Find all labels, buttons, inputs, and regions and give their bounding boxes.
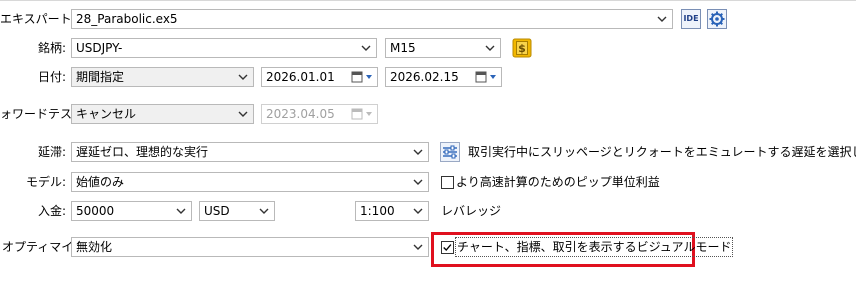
delay-select[interactable]: 遅延ゼロ、理想的な実行 [71, 142, 429, 162]
symbol-info-button[interactable]: $ [512, 38, 532, 58]
date-to-value: 2026.02.15 [390, 70, 459, 84]
date-mode-value: 期間指定 [76, 70, 125, 84]
model-pips-checkbox[interactable] [441, 176, 454, 189]
leverage-select[interactable]: 1:100 [355, 201, 429, 221]
deposit-select[interactable]: 50000 [71, 201, 192, 221]
currency-select[interactable]: USD [199, 201, 275, 221]
model-checkbox-label: より高速計算のためのピップ単位利益 [456, 175, 660, 189]
leverage-label: レバレッジ [441, 204, 502, 218]
model-select[interactable]: 始値のみ [71, 172, 429, 192]
deposit-label: 入金: [37, 204, 66, 218]
gear-icon [707, 9, 727, 29]
forward-date-value: 2023.04.05 [266, 107, 335, 121]
calendar-icon[interactable] [475, 70, 499, 84]
expert-select[interactable]: 28_Parabolic.ex5 [71, 9, 673, 29]
top-divider [0, 0, 856, 1]
visual-mode-checkbox[interactable] [441, 241, 454, 254]
chevron-down-icon [657, 16, 667, 22]
expert-value: 28_Parabolic.ex5 [76, 12, 178, 26]
delay-settings-button[interactable] [440, 142, 460, 162]
model-value: 始値のみ [76, 175, 125, 189]
timeframe-select[interactable]: M15 [385, 38, 501, 58]
date-to-field[interactable]: 2026.02.15 [385, 67, 502, 87]
timeframe-value: M15 [390, 41, 416, 55]
chevron-down-icon [413, 179, 423, 185]
date-mode-select[interactable]: 期間指定 [71, 67, 254, 87]
deposit-value: 50000 [76, 204, 115, 218]
optimization-select[interactable]: 無効化 [71, 237, 429, 257]
chevron-down-icon [238, 74, 248, 80]
chevron-down-icon [259, 208, 269, 214]
chevron-down-icon [238, 111, 248, 117]
visual-mode-label[interactable]: チャート、指標、取引を表示するビジュアルモード [455, 237, 734, 257]
sliders-icon [440, 142, 460, 162]
forward-date-field: 2023.04.05 [261, 104, 378, 124]
expert-label: エキスパート: [0, 12, 76, 26]
settings-button[interactable] [707, 9, 727, 29]
chevron-down-icon [361, 45, 371, 51]
date-from-value: 2026.01.01 [266, 70, 335, 84]
delay-value: 遅延ゼロ、理想的な実行 [76, 145, 209, 159]
svg-text:$: $ [518, 42, 526, 55]
forward-select[interactable]: キャンセル [71, 104, 254, 124]
leverage-value: 1:100 [360, 204, 395, 218]
optimization-value: 無効化 [76, 240, 113, 254]
chevron-down-icon [413, 244, 423, 250]
forward-value: キャンセル [76, 107, 137, 121]
date-from-field[interactable]: 2026.01.01 [261, 67, 378, 87]
model-label: モデル: [25, 175, 66, 189]
ide-label: IDE [683, 14, 699, 23]
symbol-label: 銘柄: [37, 41, 66, 55]
chevron-down-icon [413, 149, 423, 155]
currency-value: USD [204, 204, 230, 218]
calendar-icon [351, 108, 372, 120]
chevron-down-icon [413, 208, 423, 214]
symbol-select[interactable]: USDJPY- [71, 38, 377, 58]
delay-description: 取引実行中にスリッページとリクォートをエミュレートする遅延を選択します [468, 145, 856, 159]
delay-label: 延滞: [37, 145, 66, 159]
chevron-down-icon [485, 45, 495, 51]
chevron-down-icon [176, 208, 186, 214]
date-label: 日付: [37, 70, 66, 84]
dollar-icon: $ [512, 38, 532, 58]
ide-button[interactable]: IDE [681, 9, 701, 29]
calendar-icon[interactable] [351, 70, 375, 84]
symbol-value: USDJPY- [76, 41, 123, 55]
checkmark-icon [443, 244, 452, 252]
